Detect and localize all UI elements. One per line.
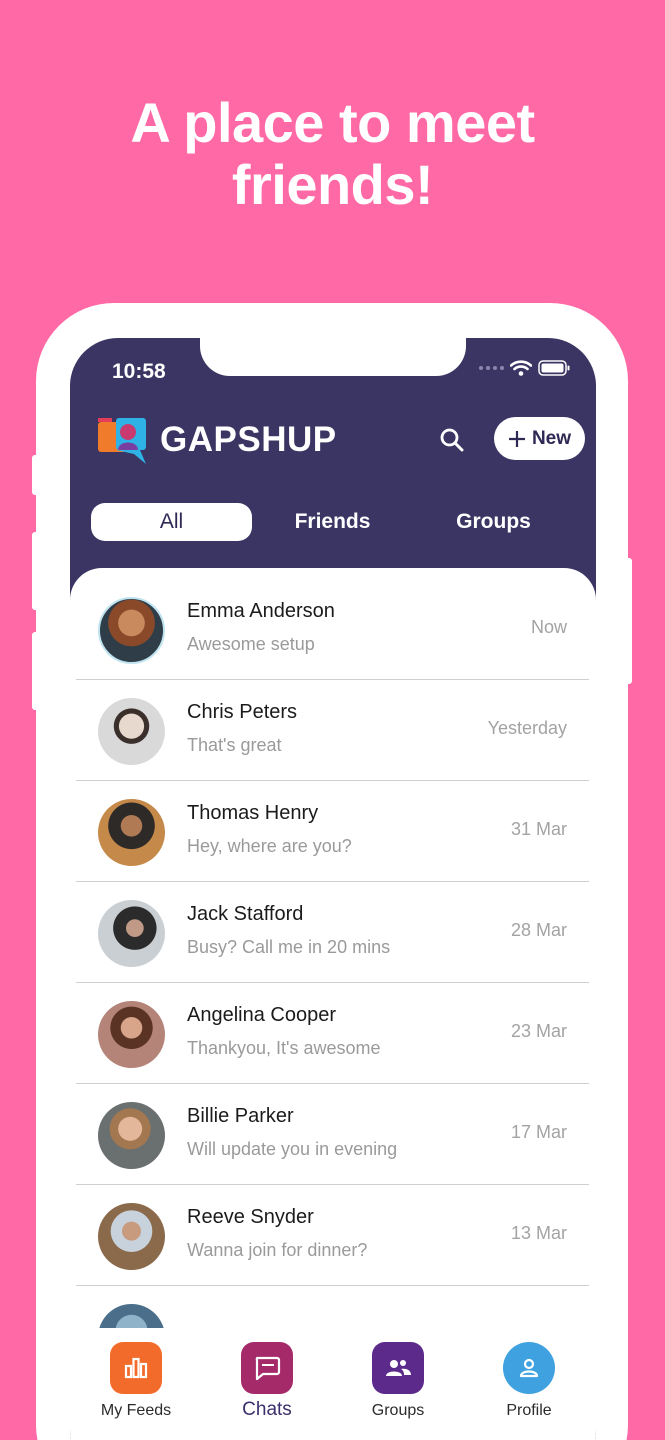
chat-row[interactable]: Thomas Henry Hey, where are you? 31 Mar xyxy=(76,781,589,882)
chat-timestamp: Now xyxy=(530,617,567,637)
avatar xyxy=(98,1203,165,1270)
group-icon xyxy=(372,1342,424,1394)
chat-name: Chris Peters xyxy=(187,701,298,723)
profile-icon xyxy=(503,1342,555,1394)
chat-last-message: Hey, where are you? xyxy=(187,836,352,856)
chat-name: Jack Stafford xyxy=(187,903,304,925)
logo-text: GAPSHUP xyxy=(160,420,337,459)
chat-last-message: Will update you in evening xyxy=(187,1139,398,1159)
nav-label: My Feeds xyxy=(100,1402,172,1419)
plus-icon xyxy=(508,430,525,447)
promo-headline: A place to meet friends! xyxy=(0,92,665,216)
chat-name: Billie Parker xyxy=(187,1105,294,1127)
chat-last-message: Thankyou, It's awesome xyxy=(187,1038,381,1058)
status-time: 10:58 xyxy=(112,360,166,383)
wifi-icon xyxy=(510,360,532,376)
tab-all[interactable]: All xyxy=(91,503,252,541)
tab-groups[interactable]: Groups xyxy=(413,503,574,541)
chat-bubble-icon xyxy=(241,1342,293,1394)
chat-last-message: Wanna join for dinner? xyxy=(187,1240,368,1260)
avatar xyxy=(98,1001,165,1068)
search-icon xyxy=(440,428,464,452)
phone-side-button xyxy=(32,455,40,495)
chat-last-message: That's great xyxy=(187,735,282,755)
chat-last-message: Busy? Call me in 20 mins xyxy=(187,937,391,957)
headline-line-1: A place to meet xyxy=(130,91,535,154)
chat-name: Reeve Snyder xyxy=(187,1206,314,1228)
avatar xyxy=(98,900,165,967)
chat-timestamp: 23 Mar xyxy=(510,1021,567,1041)
new-chat-button[interactable]: New xyxy=(494,417,585,460)
chat-list: Emma Anderson Awesome setup Now Chris Pe… xyxy=(70,568,596,1328)
search-button[interactable] xyxy=(434,422,470,458)
phone-volume-up-button xyxy=(32,532,40,610)
status-icons xyxy=(479,360,570,376)
phone-power-button xyxy=(624,558,632,684)
nav-profile[interactable]: Profile xyxy=(474,1342,584,1420)
chat-timestamp: 13 Mar xyxy=(510,1223,567,1243)
nav-label: Chats xyxy=(242,1399,292,1420)
phone-volume-down-button xyxy=(32,632,40,710)
app-screen: 10:58 GAPSHUP New All Friends Groups Emm… xyxy=(70,338,596,1440)
chat-last-message: Awesome setup xyxy=(187,634,315,654)
chat-timestamp: 31 Mar xyxy=(510,819,567,839)
chat-timestamp: Yesterday xyxy=(487,718,567,738)
chat-name: Angelina Cooper xyxy=(187,1004,336,1026)
battery-icon xyxy=(538,360,570,376)
avatar xyxy=(98,698,165,765)
chat-name: Thomas Henry xyxy=(187,802,319,824)
nav-chats[interactable]: Chats xyxy=(212,1342,322,1421)
nav-my-feeds[interactable]: My Feeds xyxy=(81,1342,191,1420)
chat-row[interactable]: Reeve Snyder Wanna join for dinner? 13 M… xyxy=(76,1185,589,1286)
phone-notch xyxy=(200,338,466,376)
avatar xyxy=(98,1304,165,1328)
bottom-navigation: My Feeds Chats Groups Profile xyxy=(70,1328,596,1440)
chat-row[interactable]: Billie Parker Will update you in evening… xyxy=(76,1084,589,1185)
new-button-label: New xyxy=(531,427,572,449)
nav-label: Profile xyxy=(506,1402,552,1419)
avatar xyxy=(98,799,165,866)
headline-line-2: friends! xyxy=(231,153,434,216)
chat-filter-tabs: All Friends Groups xyxy=(91,503,575,541)
chat-name: Emma Anderson xyxy=(187,600,335,622)
avatar xyxy=(98,597,165,664)
chat-timestamp: 17 Mar xyxy=(510,1122,567,1142)
avatar xyxy=(98,1102,165,1169)
chat-row[interactable]: Chris Peters That's great Yesterday xyxy=(76,680,589,781)
chat-row[interactable]: Emma Anderson Awesome setup Now xyxy=(76,579,589,680)
chat-row-partial[interactable] xyxy=(76,1286,589,1328)
app-logo: GAPSHUP xyxy=(96,414,337,466)
nav-groups[interactable]: Groups xyxy=(343,1342,453,1420)
chat-row[interactable]: Jack Stafford Busy? Call me in 20 mins 2… xyxy=(76,882,589,983)
signal-icon xyxy=(479,366,504,370)
bar-chart-icon xyxy=(110,1342,162,1394)
nav-label: Groups xyxy=(371,1402,425,1419)
tab-friends[interactable]: Friends xyxy=(252,503,413,541)
chat-row[interactable]: Angelina Cooper Thankyou, It's awesome 2… xyxy=(76,983,589,1084)
logo-icon xyxy=(98,418,146,464)
chat-timestamp: 28 Mar xyxy=(510,920,567,940)
